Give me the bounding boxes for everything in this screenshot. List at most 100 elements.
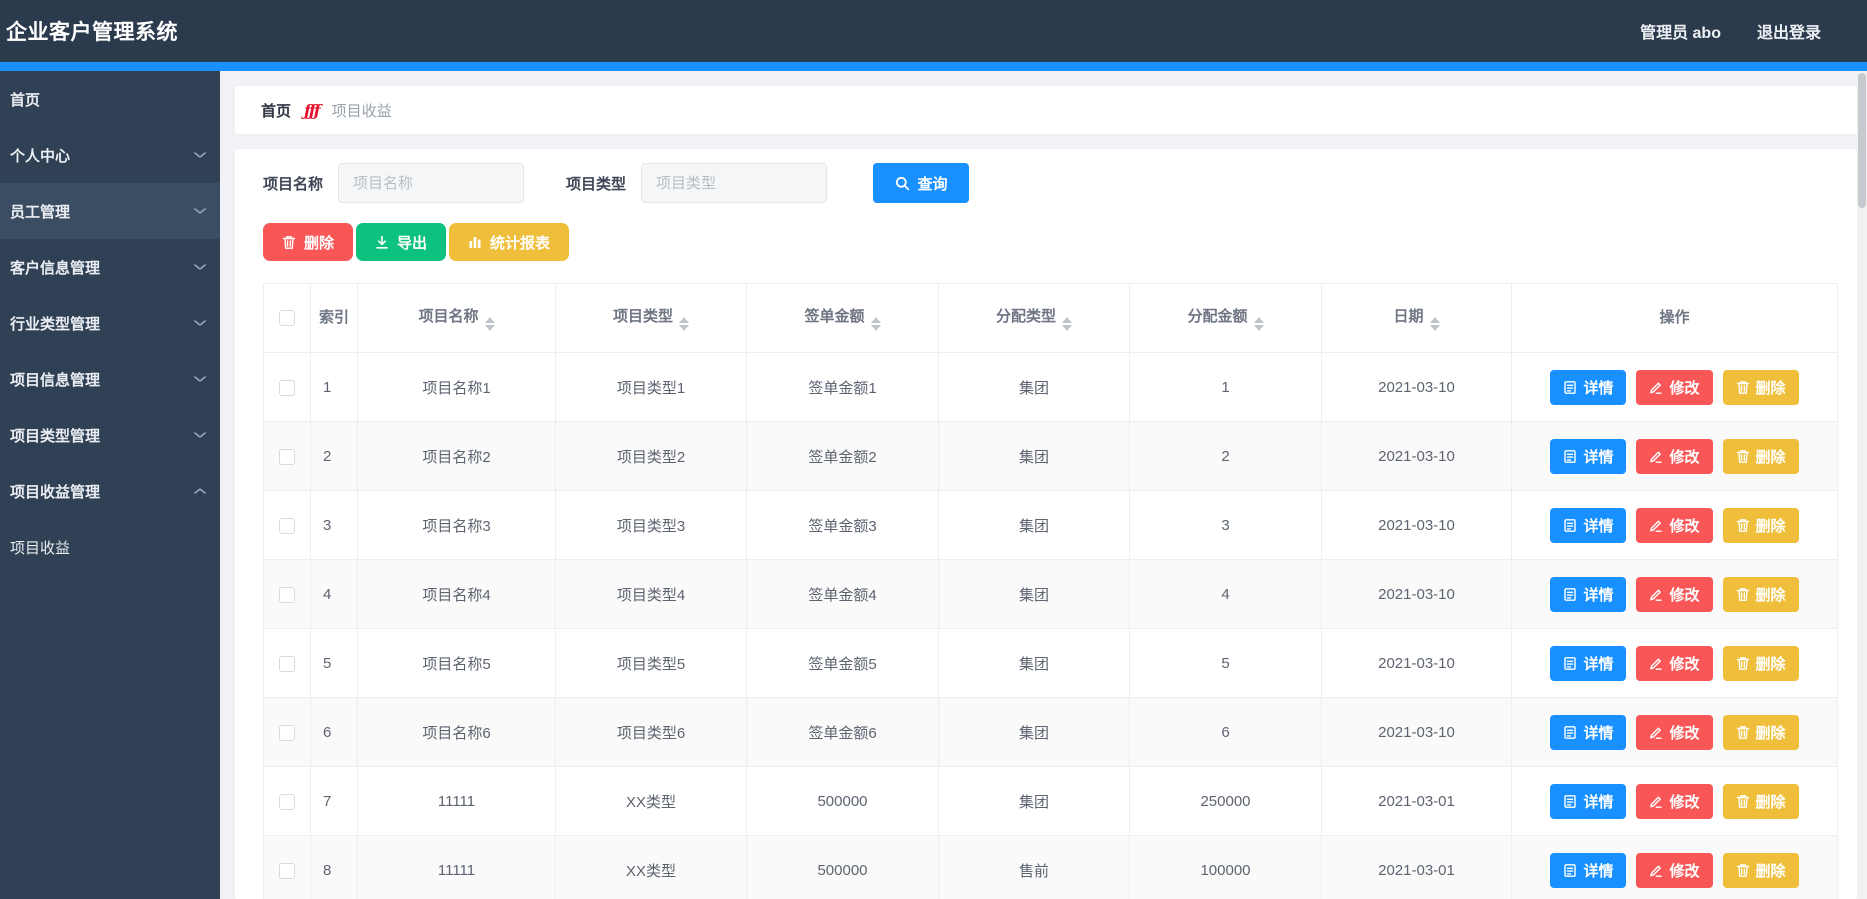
edit-button[interactable]: 修改 [1636, 507, 1713, 543]
delete-row-button-label: 删除 [1755, 517, 1786, 535]
sidebar-item-5[interactable]: 行业类型管理 [0, 295, 220, 351]
column-header-6[interactable]: 分配金额 [1129, 283, 1322, 353]
delete-row-button[interactable]: 删除 [1722, 507, 1799, 543]
select-all-header[interactable] [263, 283, 311, 353]
cell-project-type: 项目类型1 [555, 352, 747, 422]
sort-caret-icon[interactable] [679, 317, 689, 331]
report-button[interactable]: 统计报表 [449, 223, 570, 261]
sidebar-item-7[interactable]: 项目类型管理 [0, 407, 220, 463]
logout-link[interactable]: 退出登录 [1757, 19, 1821, 43]
sort-caret-icon[interactable] [870, 317, 881, 331]
scrollbar-thumb[interactable] [1858, 73, 1866, 208]
sort-asc-icon [679, 317, 689, 323]
sort-desc-icon [679, 325, 689, 331]
edit-button[interactable]: 修改 [1636, 438, 1713, 474]
detail-button[interactable]: 详情 [1550, 507, 1627, 543]
detail-button-label: 详情 [1583, 655, 1614, 673]
sidebar-item-6[interactable]: 项目信息管理 [0, 351, 220, 407]
delete-row-button[interactable]: 删除 [1722, 714, 1799, 750]
column-header-5[interactable]: 分配类型 [938, 283, 1130, 353]
sidebar-item-1[interactable]: 首页 [0, 71, 220, 127]
cell-sign-amount: 签单金额4 [746, 559, 939, 629]
delete-button[interactable]: 删除 [263, 223, 354, 261]
sort-caret-icon[interactable] [1062, 317, 1072, 331]
detail-button[interactable]: 详情 [1550, 783, 1627, 819]
sidebar-item-3[interactable]: 员工管理 [0, 183, 220, 239]
edit-button[interactable]: 修改 [1636, 576, 1713, 612]
column-header-7[interactable]: 日期 [1321, 283, 1512, 353]
delete-row-button[interactable]: 删除 [1722, 783, 1799, 819]
detail-button[interactable]: 详情 [1550, 369, 1627, 405]
cell-project-type: 项目类型5 [555, 628, 747, 698]
detail-button-label: 详情 [1583, 862, 1614, 880]
row-checkbox[interactable] [279, 862, 295, 879]
project-type-input[interactable] [641, 163, 828, 203]
detail-button-label: 详情 [1583, 724, 1614, 742]
cell-date: 2021-03-10 [1321, 559, 1512, 629]
select-all-checkbox[interactable] [279, 310, 295, 327]
detail-button[interactable]: 详情 [1550, 438, 1627, 474]
column-header-4[interactable]: 签单金额 [746, 283, 939, 353]
cell-index: 1 [310, 352, 358, 422]
row-checkbox[interactable] [279, 379, 295, 396]
row-checkbox[interactable] [279, 655, 295, 672]
row-actions-cell: 详情 修改 删除 [1511, 766, 1838, 836]
edit-button[interactable]: 修改 [1636, 645, 1713, 681]
delete-row-button[interactable]: 删除 [1722, 576, 1799, 612]
delete-row-button[interactable]: 删除 [1722, 369, 1799, 405]
sidebar-item-2[interactable]: 个人中心 [0, 127, 220, 183]
pen-icon [1649, 725, 1663, 740]
row-checkbox[interactable] [279, 793, 295, 810]
column-header-label: 项目名称 [418, 308, 479, 325]
edit-button[interactable]: 修改 [1636, 852, 1713, 888]
detail-button[interactable]: 详情 [1550, 576, 1627, 612]
delete-row-button[interactable]: 删除 [1722, 645, 1799, 681]
delete-row-button-label: 删除 [1755, 655, 1786, 673]
edit-button-label: 修改 [1669, 448, 1700, 466]
query-button[interactable]: 查询 [873, 163, 970, 203]
cell-project-type: XX类型 [555, 766, 747, 836]
column-header-2[interactable]: 项目名称 [357, 283, 556, 353]
sort-desc-icon [1429, 325, 1440, 331]
edit-button[interactable]: 修改 [1636, 783, 1713, 819]
column-header-label: 分配类型 [995, 308, 1056, 325]
cell-alloc-amount: 3 [1129, 490, 1322, 560]
sort-caret-icon[interactable] [1253, 317, 1264, 331]
detail-button[interactable]: 详情 [1550, 852, 1627, 888]
column-header-3[interactable]: 项目类型 [555, 283, 747, 353]
topbar-right: 管理员 abo 退出登录 [1640, 19, 1821, 43]
row-checkbox[interactable] [279, 517, 295, 534]
table-row: 8 11111 XX类型 500000 售前 100000 2021-03-01 详情 修改 删除 [263, 835, 1838, 899]
delete-row-button[interactable]: 删除 [1722, 852, 1799, 888]
row-checkbox[interactable] [279, 724, 295, 741]
edit-button[interactable]: 修改 [1636, 714, 1713, 750]
detail-button[interactable]: 详情 [1550, 645, 1627, 681]
cell-alloc-amount: 250000 [1129, 766, 1322, 836]
sort-caret-icon[interactable] [1429, 317, 1440, 331]
cell-date: 2021-03-10 [1321, 490, 1512, 560]
cell-date: 2021-03-10 [1321, 697, 1512, 767]
export-button[interactable]: 导出 [356, 223, 447, 261]
pen-icon [1649, 449, 1663, 464]
row-checkbox[interactable] [279, 586, 295, 603]
row-select-cell [263, 559, 311, 629]
vertical-scrollbar[interactable] [1857, 71, 1867, 899]
edit-button[interactable]: 修改 [1636, 369, 1713, 405]
column-header-label: 操作 [1659, 309, 1690, 326]
document-icon [1563, 725, 1577, 740]
breadcrumb-home[interactable]: 首页 [261, 100, 291, 121]
project-name-input[interactable] [338, 163, 525, 203]
cell-alloc-amount: 1 [1129, 352, 1322, 422]
detail-button[interactable]: 详情 [1550, 714, 1627, 750]
delete-row-button[interactable]: 删除 [1722, 438, 1799, 474]
sidebar-item-9[interactable]: 项目收益 [0, 519, 220, 575]
sidebar-item-8[interactable]: 项目收益管理 [0, 463, 220, 519]
delete-row-button-label: 删除 [1755, 862, 1786, 880]
cell-sign-amount: 500000 [746, 835, 939, 899]
sidebar-item-label: 个人中心 [10, 147, 71, 165]
row-checkbox[interactable] [279, 448, 295, 465]
sidebar-item-4[interactable]: 客户信息管理 [0, 239, 220, 295]
sort-caret-icon[interactable] [484, 317, 495, 331]
cell-project-name: 11111 [357, 766, 556, 836]
detail-button-label: 详情 [1583, 586, 1614, 604]
